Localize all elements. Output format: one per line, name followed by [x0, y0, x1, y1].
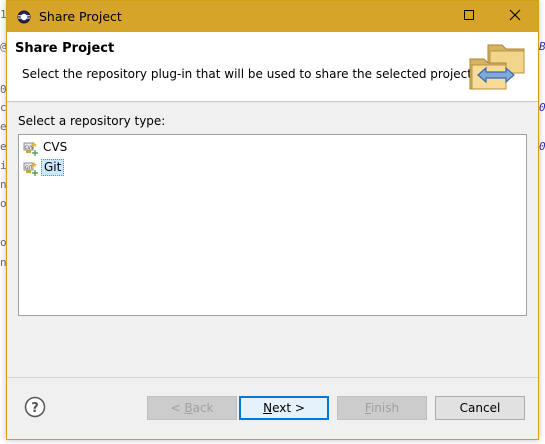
help-button[interactable]: ? [24, 396, 46, 421]
window-title: Share Project [39, 9, 122, 24]
repository-type-label: Select a repository type: [18, 114, 166, 128]
git-repository-icon: GIT [23, 160, 39, 176]
background-text: 0 [539, 101, 545, 114]
share-project-dialog: Share Project Share Project Select the r… [6, 0, 539, 440]
background-text: 0 [539, 140, 545, 153]
finish-button[interactable]: Finish [337, 396, 427, 420]
list-item-cvs[interactable]: CVS CVS [23, 138, 69, 157]
wizard-header: Share Project Select the repository plug… [7, 32, 538, 102]
share-project-banner-icon [466, 41, 528, 93]
button-label: Next > [263, 401, 305, 415]
back-button[interactable]: < Back [147, 396, 237, 420]
list-item-label: Git [41, 159, 65, 176]
svg-text:CVS: CVS [25, 144, 34, 150]
background-text: B [539, 40, 545, 53]
svg-text:GIT: GIT [25, 164, 33, 170]
close-button[interactable] [492, 1, 538, 32]
cancel-button[interactable]: Cancel [435, 396, 525, 420]
button-label: < Back [170, 401, 214, 415]
maximize-icon [463, 9, 475, 24]
next-button[interactable]: Next > [239, 396, 329, 420]
page-description: Select the repository plug-in that will … [22, 67, 476, 81]
close-icon [509, 9, 521, 24]
list-item-git[interactable]: GIT Git [23, 158, 65, 177]
maximize-button[interactable] [446, 1, 492, 32]
footer-divider [7, 377, 538, 378]
title-bar[interactable]: Share Project [7, 1, 538, 32]
repository-type-list[interactable]: CVS CVS GIT Git [18, 134, 527, 316]
cvs-repository-icon: CVS [23, 140, 39, 156]
button-label: Finish [364, 401, 400, 415]
help-icon: ? [24, 396, 46, 421]
list-item-label: CVS [43, 140, 68, 154]
svg-text:?: ? [31, 401, 39, 416]
eclipse-icon [16, 9, 32, 25]
page-title: Share Project [15, 41, 115, 56]
